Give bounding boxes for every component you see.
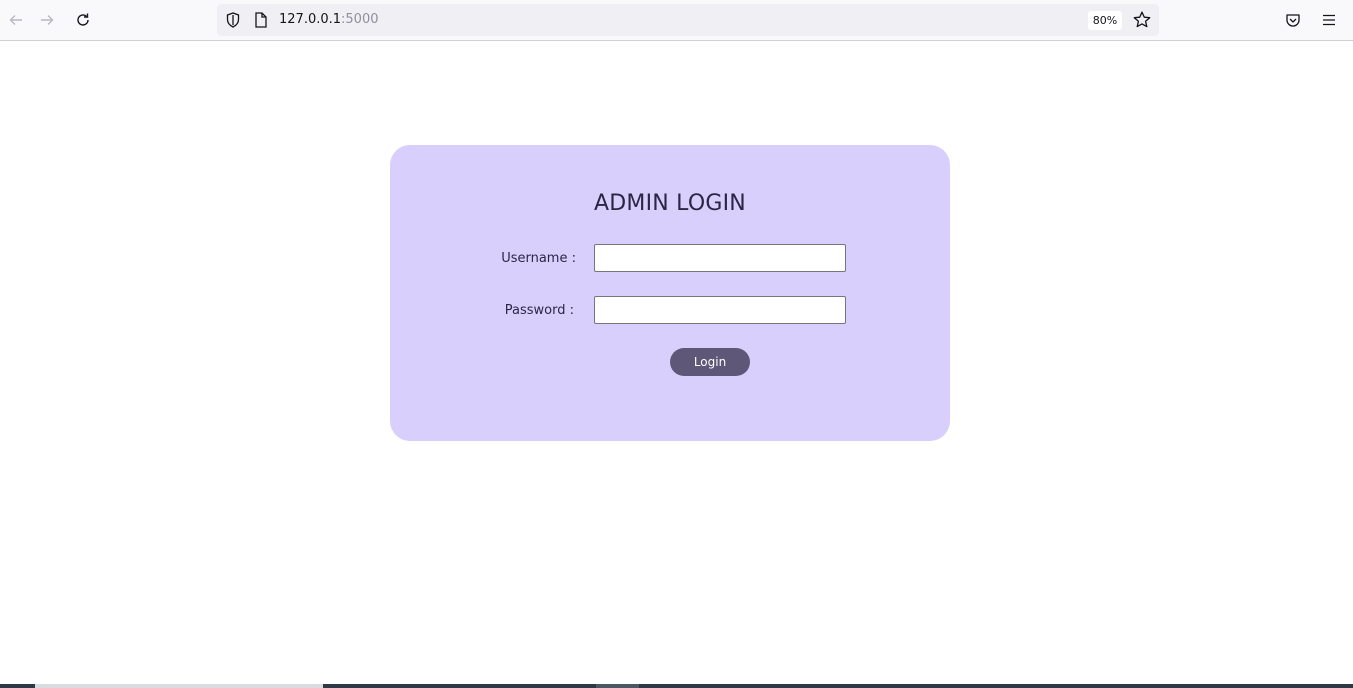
taskbar-segment	[596, 684, 639, 688]
password-label: Password :	[504, 303, 574, 318]
login-card: ADMIN LOGIN Username : Password : Login	[390, 145, 950, 441]
pocket-icon	[1286, 14, 1300, 27]
app-menu-button[interactable]	[1313, 4, 1345, 36]
url-host: 127.0.0.1	[279, 12, 342, 27]
reload-button[interactable]	[67, 4, 99, 36]
taskbar-segment	[35, 684, 323, 688]
page-icon[interactable]	[253, 11, 269, 29]
back-button[interactable]	[0, 4, 32, 36]
url-port: :5000	[341, 12, 379, 27]
url-text[interactable]: 127.0.0.1:5000	[279, 4, 379, 36]
tracking-protection-shield-icon[interactable]	[224, 11, 242, 29]
zoom-level-badge[interactable]: 80%	[1088, 11, 1122, 30]
browser-toolbar: 127.0.0.1:5000 80%	[0, 0, 1353, 41]
username-input[interactable]	[594, 244, 846, 272]
login-title: ADMIN LOGIN	[594, 191, 746, 216]
forward-arrow-icon	[41, 15, 54, 25]
pocket-button[interactable]	[1277, 4, 1309, 36]
login-button[interactable]: Login	[670, 348, 750, 376]
reload-icon	[77, 13, 89, 26]
hamburger-menu-icon	[1323, 14, 1335, 26]
address-bar[interactable]: 127.0.0.1:5000 80%	[217, 4, 1159, 36]
forward-button[interactable]	[31, 4, 63, 36]
password-input[interactable]	[594, 296, 846, 324]
username-label: Username :	[501, 251, 576, 266]
taskbar-strip	[0, 684, 1353, 688]
back-arrow-icon	[9, 15, 22, 25]
bookmark-star-icon[interactable]	[1132, 10, 1152, 30]
